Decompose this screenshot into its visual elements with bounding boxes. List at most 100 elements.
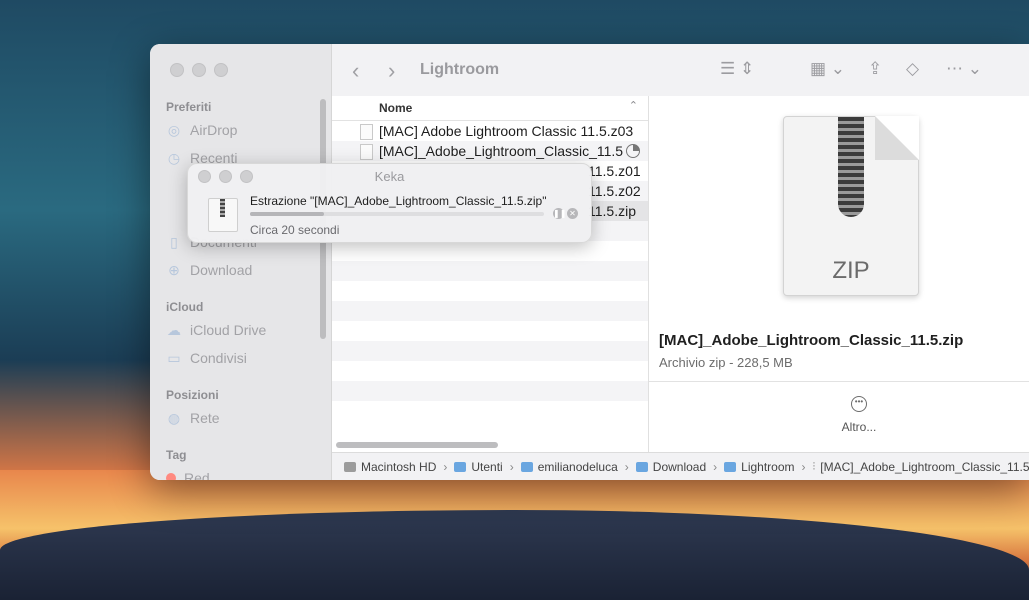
path-segment-user[interactable]: emilianodeluca [520, 460, 618, 474]
file-name: [MAC]_Adobe_Lightroom_Classic_11.5 [379, 143, 624, 159]
progress-bar [250, 212, 544, 216]
sidebar-item-label: Condivisi [190, 350, 247, 366]
file-name: 11.5.z01 [588, 163, 641, 179]
minimize-button[interactable] [192, 63, 206, 77]
empty-row [332, 281, 648, 301]
chevron-right-icon: › [713, 460, 718, 474]
empty-row [332, 361, 648, 381]
file-row[interactable]: [MAC]_Adobe_Lightroom_Classic_11.5 [332, 141, 648, 161]
path-bar: Macintosh HD › Utenti › emilianodeluca ›… [332, 452, 1029, 480]
tag-red-dot [166, 473, 176, 480]
chevron-right-icon: › [443, 460, 448, 474]
keka-progress-dialog: Keka Estrazione "[MAC]_Adobe_Lightroom_C… [187, 163, 592, 243]
sidebar-item-label: iCloud Drive [190, 322, 267, 338]
path-segment-utenti[interactable]: Utenti [454, 460, 503, 474]
progress-pie-icon [626, 144, 640, 158]
path-segment-macintosh-hd[interactable]: Macintosh HD [344, 460, 436, 474]
close-button[interactable] [170, 63, 184, 77]
file-name: 11.5.zip [588, 203, 636, 219]
list-view-icon[interactable]: ☰ ⇕ [720, 59, 754, 79]
empty-row [332, 321, 648, 341]
path-label: emilianodeluca [537, 460, 618, 474]
empty-row [332, 381, 648, 401]
more-icon[interactable]: ⋯ ⌄ [946, 59, 982, 79]
sidebar-item-tag-red[interactable]: Red [166, 470, 210, 480]
document-icon: ▯ [170, 234, 178, 250]
preview-filename: [MAC]_Adobe_Lightroom_Classic_11.5.zip [659, 332, 964, 349]
window-title: Lightroom [420, 61, 500, 78]
file-icon [360, 144, 373, 160]
zoom-button[interactable] [214, 63, 228, 77]
empty-row [332, 401, 648, 421]
zip-file-icon [208, 198, 238, 232]
pause-button[interactable]: ❚❚ [553, 208, 566, 219]
extraction-message: Estrazione "[MAC]_Adobe_Lightroom_Classi… [250, 194, 547, 208]
file-name: [MAC] Adobe Lightroom Classic 11.5.z03 [379, 123, 634, 139]
path-segment-lightroom[interactable]: Lightroom [724, 460, 795, 474]
path-segment-file[interactable]: ⫶ [MAC]_Adobe_Lightroom_Classic_11.5.z [813, 460, 1029, 474]
horizontal-scrollbar[interactable] [336, 442, 498, 448]
home-folder-icon [520, 462, 533, 472]
finder-window: Preferiti ◎ AirDrop ◷ Recenti ▯ Document… [150, 44, 1029, 480]
time-remaining: Circa 20 secondi [250, 223, 340, 237]
empty-row [332, 341, 648, 361]
share-icon[interactable]: ⇪ [868, 59, 882, 79]
sidebar-section-posizioni: Posizioni [166, 388, 219, 402]
cancel-button[interactable]: ✕ [567, 208, 578, 219]
file-list: Nome ⌃ [MAC] Adobe Lightroom Classic 11.… [332, 96, 649, 452]
globe-icon: ◍ [167, 410, 181, 426]
sidebar: Preferiti ◎ AirDrop ◷ Recenti ▯ Document… [150, 44, 332, 480]
clock-icon: ◷ [167, 150, 181, 166]
sidebar-item-label: Download [190, 262, 253, 278]
file-name: 11.5.z02 [588, 183, 641, 199]
sidebar-item-label: Red [184, 470, 210, 480]
back-button[interactable]: ‹ [352, 58, 359, 84]
sidebar-item-label: AirDrop [190, 122, 238, 138]
path-label: Download [652, 460, 707, 474]
sidebar-item-icloud-drive[interactable]: ☁ iCloud Drive [166, 322, 266, 338]
sidebar-section-tag: Tag [166, 448, 187, 462]
window-controls [170, 63, 228, 77]
file-icon [360, 124, 373, 140]
empty-row [332, 261, 648, 281]
zipper-icon [838, 117, 864, 217]
sidebar-section-preferiti: Preferiti [166, 100, 212, 114]
chevron-right-icon: › [509, 460, 514, 474]
folder-icon [454, 462, 467, 472]
page-fold [875, 116, 919, 160]
divider [649, 381, 1029, 382]
sidebar-section-icloud: iCloud [166, 300, 204, 314]
path-segment-download[interactable]: Download [635, 460, 707, 474]
sidebar-item-label: Rete [190, 410, 220, 426]
path-label: [MAC]_Adobe_Lightroom_Classic_11.5.z [820, 460, 1029, 474]
download-icon: ⊕ [168, 262, 180, 278]
toolbar: ‹ › Lightroom ☰ ⇕ ▦ ⌄ ⇪ ◇ ⋯ ⌄ [332, 44, 1029, 97]
path-label: Lightroom [741, 460, 795, 474]
sidebar-item-condivisi[interactable]: ▭ Condivisi [166, 350, 247, 366]
empty-row [332, 241, 648, 261]
file-row[interactable]: [MAC] Adobe Lightroom Classic 11.5.z03 [332, 121, 648, 141]
tag-icon[interactable]: ◇ [906, 59, 919, 79]
zip-file-icon: ZIP [783, 116, 919, 296]
cloud-icon: ☁ [167, 322, 181, 338]
group-icon[interactable]: ▦ ⌄ [810, 59, 845, 79]
airdrop-icon: ◎ [167, 122, 181, 138]
forward-button[interactable]: › [388, 58, 395, 84]
zip-label: ZIP [832, 257, 870, 284]
sidebar-item-rete[interactable]: ◍ Rete [166, 410, 220, 426]
path-label: Utenti [471, 460, 503, 474]
column-header-name[interactable]: Nome ⌃ [332, 96, 648, 121]
chevron-right-icon: › [624, 460, 629, 474]
progress-fill [250, 212, 324, 216]
folder-icon [635, 462, 648, 472]
more-button[interactable]: ••• Altro... [839, 396, 879, 434]
hard-drive-icon [344, 462, 356, 472]
more-label: Altro... [841, 420, 877, 434]
empty-row [332, 301, 648, 321]
zipper-icon [220, 199, 225, 217]
dialog-title: Keka [374, 169, 405, 184]
sidebar-item-download[interactable]: ⊕ Download [166, 262, 252, 278]
chevron-up-icon: ⌃ [628, 100, 638, 112]
sidebar-item-airdrop[interactable]: ◎ AirDrop [166, 122, 238, 138]
zip-small-icon: ⫶ [812, 460, 816, 473]
